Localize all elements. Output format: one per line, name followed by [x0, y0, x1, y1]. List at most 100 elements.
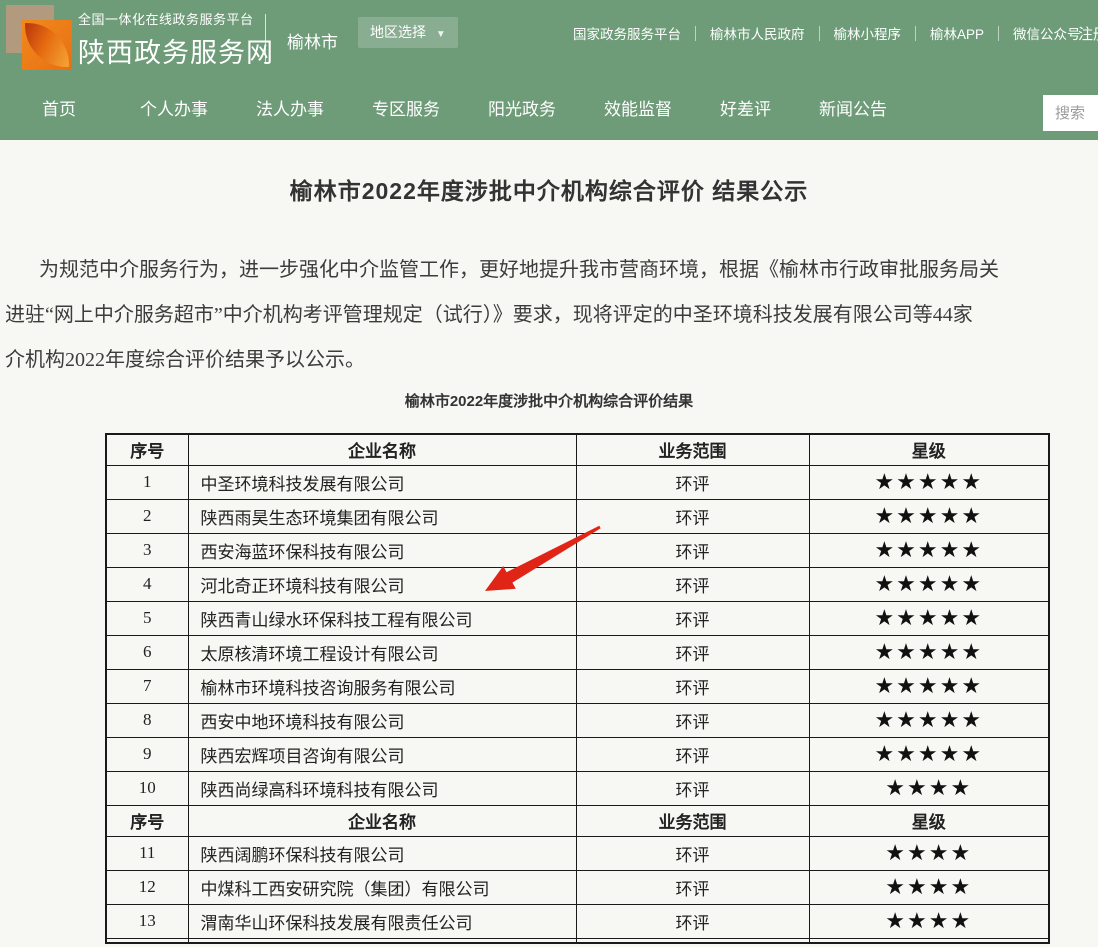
- site-logo-icon: [6, 5, 68, 67]
- cell-star-rating: ★★★★: [809, 870, 1049, 904]
- region-selector-button[interactable]: 地区选择 ▼: [358, 17, 458, 48]
- cell-no: 13: [106, 904, 188, 938]
- cell-company-name: 陕西雨昊生态环境集团有限公司: [188, 499, 576, 533]
- col-header-name: 企业名称: [188, 434, 576, 465]
- cell-star-rating: ★★★★★: [809, 601, 1049, 635]
- nav-item-personal[interactable]: 个人办事: [140, 95, 208, 120]
- logo-orange-square: [22, 20, 72, 70]
- link-mini-program[interactable]: 榆林小程序: [834, 23, 902, 43]
- cell-star-rating: ★★★★: [809, 771, 1049, 805]
- cell-no: 12: [106, 870, 188, 904]
- col-header-no: 序号: [106, 434, 188, 465]
- page-title: 榆林市2022年度涉批中介机构综合评价 结果公示: [0, 172, 1098, 206]
- cell-star-rating: ★★★★★: [809, 499, 1049, 533]
- cell-no: 7: [106, 669, 188, 703]
- table-row: 9 陕西宏辉项目咨询有限公司 环评 ★★★★★: [106, 737, 1049, 771]
- cell-scope: 环评: [576, 870, 809, 904]
- cell-company-name: 陕西尚绿高科环境科技有限公司: [188, 771, 576, 805]
- cell-company-name: 太原核清环境工程设计有限公司: [188, 635, 576, 669]
- cell-scope: 环评: [576, 669, 809, 703]
- cell-star-rating: ★★★★★: [809, 737, 1049, 771]
- cell-star-rating: ★★★★: [809, 836, 1049, 870]
- cell-scope: 环评: [576, 465, 809, 499]
- quick-links: 国家政务服务平台 榆林市人民政府 榆林小程序 榆林APP 微信公众号: [573, 14, 1081, 52]
- cell-no: 5: [106, 601, 188, 635]
- cell-no: 2: [106, 499, 188, 533]
- table-row: 3 西安海蓝环保科技有限公司 环评 ★★★★★: [106, 533, 1049, 567]
- cell-no: 11: [106, 836, 188, 870]
- cell-scope: 环评: [576, 836, 809, 870]
- site-name: 陕西政务服务网: [78, 31, 274, 70]
- link-wechat-official[interactable]: 微信公众号: [1013, 23, 1081, 43]
- nav-item-supervision[interactable]: 效能监督: [604, 95, 672, 120]
- table-row: 2 陕西雨昊生态环境集团有限公司 环评 ★★★★★: [106, 499, 1049, 533]
- platform-name: 全国一体化在线政务服务平台: [78, 9, 274, 28]
- table-row-clipped: [106, 938, 1049, 943]
- table-row: 12 中煤科工西安研究院（集团）有限公司 环评 ★★★★: [106, 870, 1049, 904]
- link-separator: [998, 26, 999, 41]
- cell-no: 9: [106, 737, 188, 771]
- cell-scope: 环评: [576, 601, 809, 635]
- cell-star-rating: ★★★★★: [809, 465, 1049, 499]
- cell-star-rating: ★★★★★: [809, 567, 1049, 601]
- cell-scope: 环评: [576, 635, 809, 669]
- table-row: 13 渭南华山环保科技发展有限责任公司 环评 ★★★★: [106, 904, 1049, 938]
- cell-company-name: 陕西青山绿水环保科技工程有限公司: [188, 601, 576, 635]
- col-header-stars: 星级: [809, 434, 1049, 465]
- cell-company-name: 榆林市环境科技咨询服务有限公司: [188, 669, 576, 703]
- table-header-row: 序号 企业名称 业务范围 星级: [106, 434, 1049, 465]
- col-header-scope: 业务范围: [576, 805, 809, 836]
- cell-star-rating: ★★★★★: [809, 703, 1049, 737]
- cell-scope: 环评: [576, 499, 809, 533]
- link-app[interactable]: 榆林APP: [930, 23, 984, 43]
- cell-no: 3: [106, 533, 188, 567]
- masthead: 全国一体化在线政务服务平台 陕西政务服务网 榆林市 地区选择 ▼ 国家政务服务平…: [0, 0, 1098, 140]
- cell-company-name: 中圣环境科技发展有限公司: [188, 465, 576, 499]
- notice-paragraph-line: 介机构2022年度综合评价结果予以公示。: [5, 343, 365, 372]
- search-input[interactable]: [1043, 95, 1098, 131]
- cell-company-name: 陕西宏辉项目咨询有限公司: [188, 737, 576, 771]
- cell-company-name: 陕西阔鹏环保科技有限公司: [188, 836, 576, 870]
- cell-no: 4: [106, 567, 188, 601]
- nav-item-transparency[interactable]: 阳光政务: [488, 95, 556, 120]
- table-row: 8 西安中地环境科技有限公司 环评 ★★★★★: [106, 703, 1049, 737]
- cell-star-rating: ★★★★★: [809, 635, 1049, 669]
- table-row-highlighted-by-arrow: 4 河北奇正环境科技有限公司 环评 ★★★★★: [106, 567, 1049, 601]
- cell-no: 6: [106, 635, 188, 669]
- notice-page: 榆林市2022年度涉批中介机构综合评价 结果公示 为规范中介服务行为，进一步强化…: [0, 140, 1098, 947]
- table-row: 7 榆林市环境科技咨询服务有限公司 环评 ★★★★★: [106, 669, 1049, 703]
- cell-company-name: 西安中地环境科技有限公司: [188, 703, 576, 737]
- table-row: 1 中圣环境科技发展有限公司 环评 ★★★★★: [106, 465, 1049, 499]
- cell-scope: 环评: [576, 904, 809, 938]
- cell-company-name: 河北奇正环境科技有限公司: [188, 567, 576, 601]
- cell-company-name: 中煤科工西安研究院（集团）有限公司: [188, 870, 576, 904]
- cell-scope: 环评: [576, 771, 809, 805]
- nav-item-home[interactable]: 首页: [42, 95, 76, 120]
- cell-star-rating: ★★★★: [809, 904, 1049, 938]
- table-row: 5 陕西青山绿水环保科技工程有限公司 环评 ★★★★★: [106, 601, 1049, 635]
- link-city-government[interactable]: 榆林市人民政府: [710, 23, 805, 43]
- nav-item-rating[interactable]: 好差评: [720, 95, 771, 120]
- nav-item-news[interactable]: 新闻公告: [819, 95, 887, 120]
- link-national-platform[interactable]: 国家政务服务平台: [573, 23, 681, 43]
- cell-scope: 环评: [576, 737, 809, 771]
- table-row: 11 陕西阔鹏环保科技有限公司 环评 ★★★★: [106, 836, 1049, 870]
- current-city[interactable]: 榆林市: [287, 28, 338, 53]
- register-link[interactable]: 注册: [1078, 23, 1098, 44]
- table-caption: 榆林市2022年度涉批中介机构综合评价结果: [0, 390, 1098, 411]
- cell-scope: 环评: [576, 703, 809, 737]
- main-nav: 首页 个人办事 法人办事 专区服务 阳光政务 效能监督 好差评 新闻公告: [0, 75, 1098, 140]
- col-header-name: 企业名称: [188, 805, 576, 836]
- cell-no: 10: [106, 771, 188, 805]
- nav-item-legal[interactable]: 法人办事: [256, 95, 324, 120]
- cell-scope: 环评: [576, 567, 809, 601]
- region-selector-label: 地区选择: [370, 24, 426, 40]
- notice-paragraph-line: 进驻“网上中介服务超市”中介机构考评管理规定（试行）》要求，现将评定的中圣环境科…: [5, 298, 973, 327]
- brand-divider: [265, 14, 266, 62]
- logo-leaf-icon: [25, 23, 69, 67]
- nav-item-zones[interactable]: 专区服务: [372, 95, 440, 120]
- cell-no: 8: [106, 703, 188, 737]
- link-separator: [695, 26, 696, 41]
- cell-company-name: 渭南华山环保科技发展有限责任公司: [188, 904, 576, 938]
- table-row: 6 太原核清环境工程设计有限公司 环评 ★★★★★: [106, 635, 1049, 669]
